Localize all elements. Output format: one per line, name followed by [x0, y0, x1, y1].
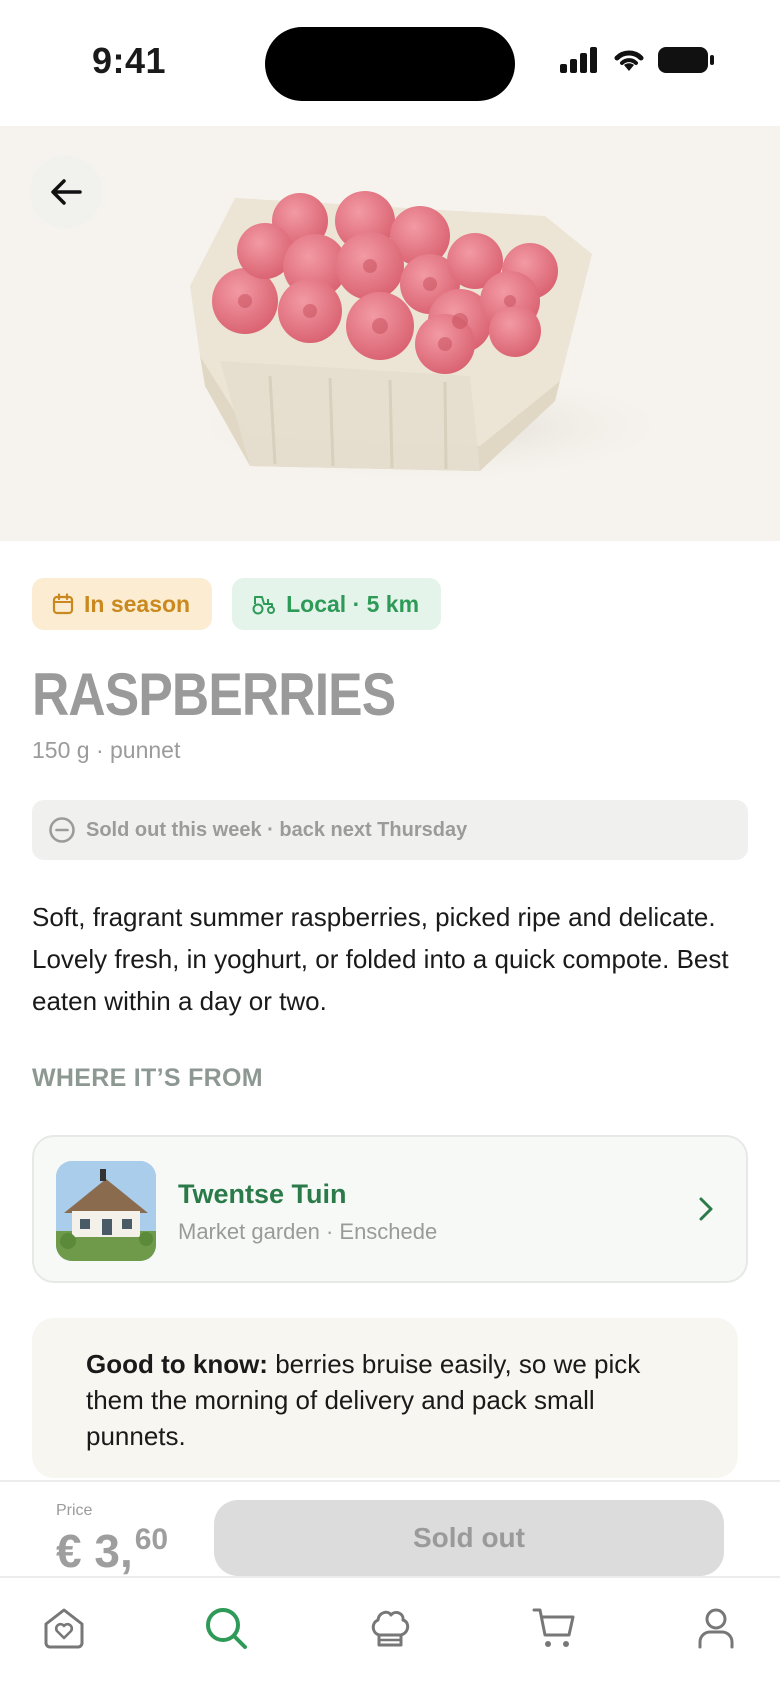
tab-home[interactable]: [32, 1598, 96, 1658]
farm-meta: Market garden · Enschede: [178, 1219, 438, 1244]
arrow-left-icon: [51, 179, 82, 205]
wifi-icon: [614, 50, 644, 71]
price: € 3,60: [56, 1523, 169, 1578]
status-time: 9:41: [92, 40, 167, 81]
tab-search[interactable]: [194, 1598, 258, 1658]
product-subtitle: 150 g · punnet: [32, 737, 181, 763]
product-hero-image: [0, 126, 780, 541]
origin-section-label: WHERE IT’S FROM: [32, 1064, 263, 1092]
farm-thumbnail: [56, 1161, 156, 1261]
price-main: € 3,: [56, 1525, 133, 1577]
price-label: Price: [56, 1502, 93, 1519]
in-season-label: In season: [84, 590, 191, 617]
farm-name: Twentse Tuin: [178, 1179, 347, 1209]
sold-out-button[interactable]: Sold out: [214, 1500, 724, 1576]
profile-icon: [698, 1608, 734, 1649]
back-button[interactable]: [30, 156, 102, 228]
note-lead: Good to know:: [86, 1349, 268, 1379]
cart-icon: [532, 1608, 575, 1647]
product-badges: In season Local · 5 km: [32, 578, 442, 630]
product-title: RASPBERRIES: [32, 661, 396, 728]
buy-bar: Price € 3,60 Sold out: [0, 1480, 780, 1578]
tab-cart[interactable]: [522, 1598, 586, 1658]
chef-hat-icon: [371, 1610, 410, 1647]
minus-circle-icon: [49, 817, 75, 843]
local-label: Local · 5 km: [286, 590, 420, 617]
tractor-icon: [252, 596, 276, 615]
status-bar: 9:41: [0, 0, 780, 126]
price-cents: 60: [134, 1523, 169, 1556]
tab-recipes[interactable]: [358, 1598, 422, 1658]
tab-profile[interactable]: [684, 1598, 748, 1658]
availability-text: Sold out this week · back next Thursday: [86, 818, 468, 841]
home-heart-icon: [44, 1608, 84, 1649]
calendar-icon: [52, 593, 74, 615]
chevron-right-icon: [699, 1197, 713, 1221]
battery-icon: [658, 47, 714, 73]
product-description: Soft, fragrant summer raspberries, picke…: [32, 902, 729, 1016]
good-to-know-note: Good to know: berries bruise easily, so …: [32, 1318, 738, 1478]
local-badge: Local · 5 km: [232, 578, 442, 630]
raspberries-punnet-illustration: [170, 191, 690, 486]
search-icon: [206, 1608, 247, 1649]
bottom-tab-bar: [0, 1576, 780, 1688]
farm-card[interactable]: Twentse Tuin Market garden · Enschede: [32, 1135, 748, 1283]
dynamic-island: [265, 27, 515, 101]
signal-icon: [560, 47, 597, 73]
status-icons: [560, 46, 714, 74]
availability-banner: Sold out this week · back next Thursday: [32, 800, 748, 860]
in-season-badge: In season: [32, 578, 213, 630]
